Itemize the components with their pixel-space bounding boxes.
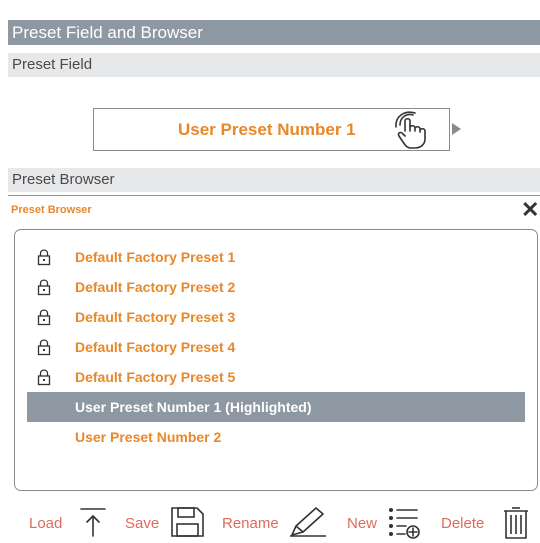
preset-list-item-highlighted[interactable]: User Preset Number 1 (Highlighted) (27, 392, 525, 422)
preset-list-item[interactable]: Default Factory Preset 4 (27, 332, 525, 362)
new-list-icon (389, 508, 420, 539)
preset-list-item[interactable]: Default Factory Preset 2 (27, 272, 525, 302)
delete-label: Delete (441, 515, 485, 532)
save-floppy-icon (171, 507, 204, 537)
lock-icon (37, 339, 51, 356)
close-icon[interactable]: ✕ (521, 197, 539, 223)
preset-field-section-header: Preset Field (8, 53, 540, 77)
load-button[interactable]: Load (29, 506, 109, 540)
save-button[interactable]: Save (125, 506, 207, 540)
lock-icon (37, 309, 51, 326)
preset-list[interactable]: Default Factory Preset 1 Default Factory… (14, 229, 538, 491)
window-title: Preset Field and Browser (8, 20, 540, 45)
preset-list-item[interactable]: Default Factory Preset 5 (27, 362, 525, 392)
new-button[interactable]: New (347, 506, 427, 540)
browser-divider (8, 195, 540, 196)
preset-list-item-label: Default Factory Preset 4 (75, 339, 236, 355)
browser-panel-title: Preset Browser (11, 204, 92, 216)
preset-list-item-label: Default Factory Preset 1 (75, 249, 236, 265)
rename-button[interactable]: Rename (222, 506, 332, 540)
preset-field-value: User Preset Number 1 (178, 120, 356, 139)
preset-list-item-label: Default Factory Preset 2 (75, 279, 236, 295)
new-label: New (347, 515, 378, 532)
preset-list-item-label: User Preset Number 1 (Highlighted) (75, 399, 312, 415)
preset-list-item[interactable]: Default Factory Preset 3 (27, 302, 525, 332)
save-label: Save (125, 515, 160, 532)
lock-icon (37, 279, 51, 296)
preset-list-item-label: Default Factory Preset 5 (75, 369, 236, 385)
rename-label: Rename (222, 515, 279, 532)
touch-hand-icon (395, 111, 426, 149)
preset-list-item[interactable]: Default Factory Preset 1 (27, 242, 525, 272)
delete-button[interactable]: Delete (441, 506, 531, 540)
delete-trash-icon (504, 507, 528, 539)
preset-browser-section-header: Preset Browser (8, 168, 540, 192)
lock-icon (37, 369, 51, 386)
preset-list-item-label: Default Factory Preset 3 (75, 309, 236, 325)
preset-field-arrow-icon[interactable] (452, 123, 461, 135)
lock-icon (37, 249, 51, 266)
load-arrow-icon (80, 508, 106, 537)
preset-field[interactable]: User Preset Number 1 (93, 108, 450, 151)
rename-pencil-icon (290, 507, 326, 537)
preset-list-item-label: User Preset Number 2 (75, 429, 222, 445)
preset-list-item[interactable]: User Preset Number 2 (27, 422, 525, 452)
load-label: Load (29, 515, 63, 532)
